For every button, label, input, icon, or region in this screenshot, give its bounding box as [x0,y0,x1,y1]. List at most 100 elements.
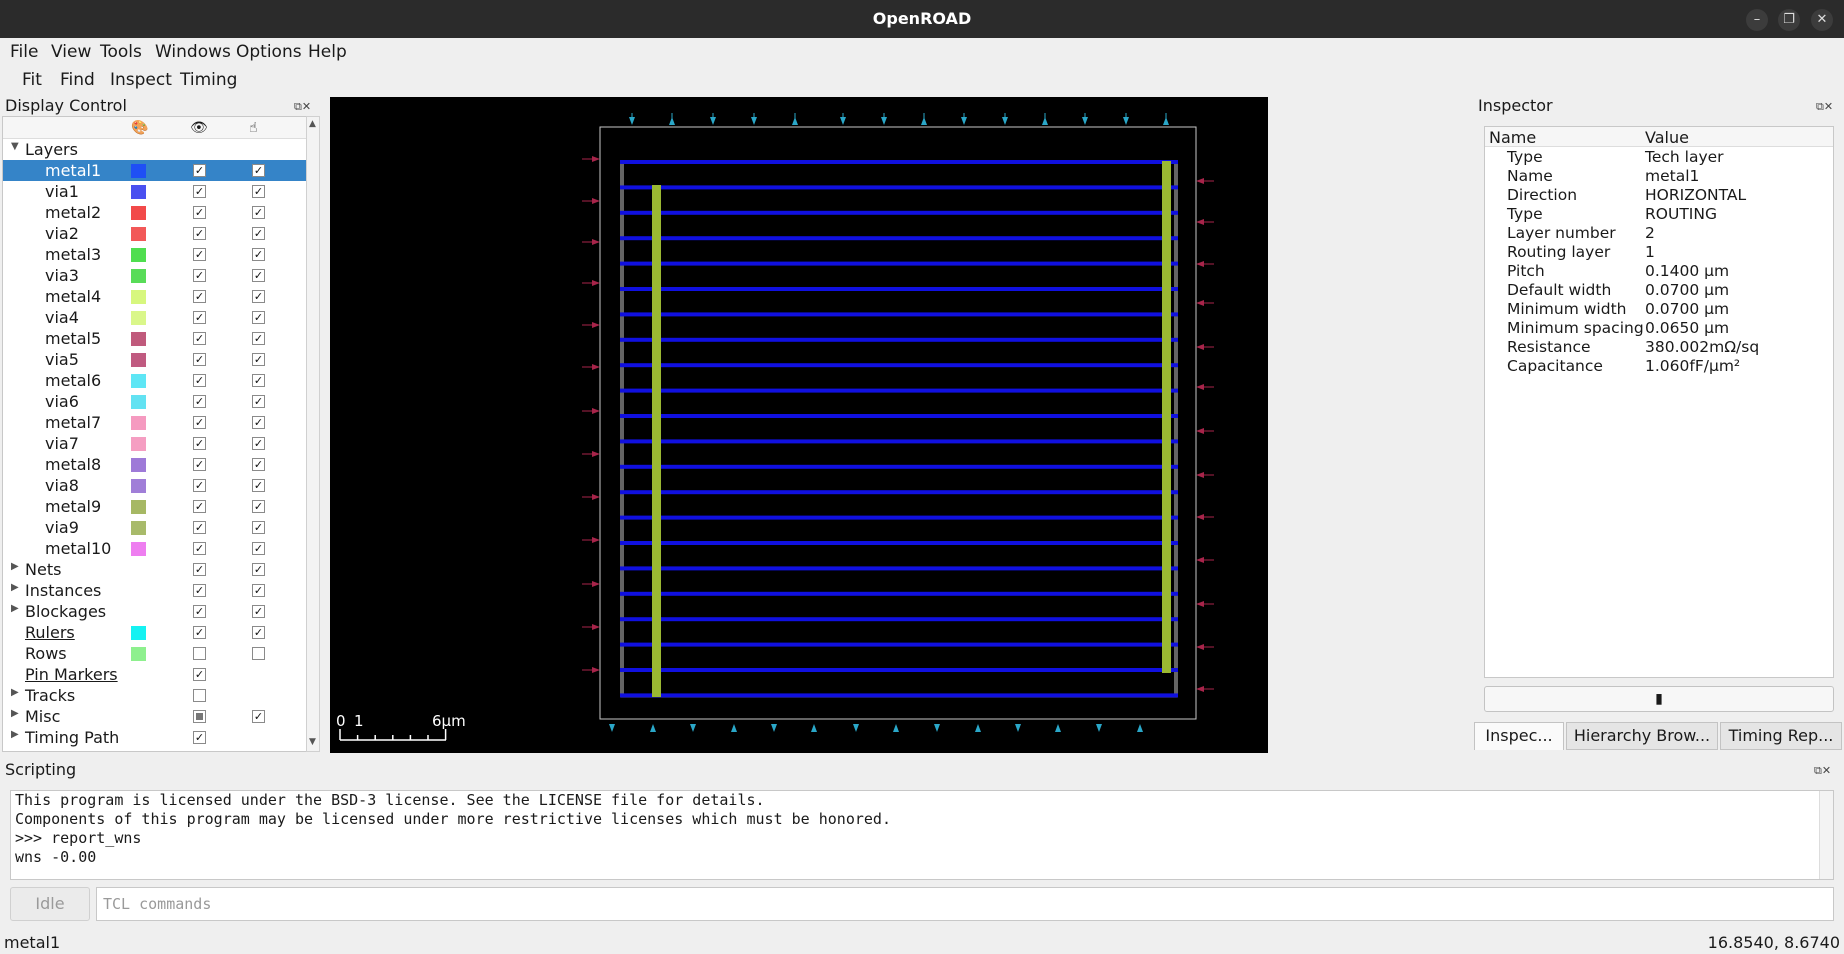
visible-checkbox[interactable]: ✓ [193,479,206,492]
visible-checkbox[interactable]: ✓ [193,206,206,219]
scroll-up-icon[interactable]: ▲ [309,119,316,129]
find-button[interactable]: Find [60,70,95,90]
layer-color-swatch[interactable] [131,437,146,451]
layer-color-swatch[interactable] [131,395,146,409]
layer-row-via1[interactable]: via1 ✓ ✓ [3,181,307,202]
tab-hierarchy-browser[interactable]: Hierarchy Brow... [1566,722,1718,750]
tree-group-tracks[interactable]: ▶ Tracks [3,685,307,706]
layer-color-swatch[interactable] [131,353,146,367]
layer-color-swatch[interactable] [131,332,146,346]
inspector-row[interactable]: Direction HORIZONTAL [1485,186,1833,205]
inspector-row[interactable]: Minimum width 0.0700 μm [1485,300,1833,319]
layer-row-metal1[interactable]: metal1 ✓ ✓ [3,160,307,181]
tree-group-layers[interactable]: ▼ Layers [3,139,307,160]
selectable-checkbox[interactable]: ✓ [252,605,265,618]
tree-group-misc[interactable]: ▶ Misc ✓ [3,706,307,727]
selectable-checkbox[interactable]: ✓ [252,542,265,555]
layer-color-swatch[interactable] [131,416,146,430]
layout-drawing[interactable] [330,97,1268,753]
selectable-checkbox[interactable]: ✓ [252,353,265,366]
visible-checkbox[interactable] [193,647,206,660]
selectable-checkbox[interactable]: ✓ [252,416,265,429]
selectable-checkbox[interactable]: ✓ [252,290,265,303]
menu-options[interactable]: Options [236,42,302,62]
highlight-button[interactable]: ▮ [1484,686,1834,712]
visible-checkbox[interactable]: ✓ [193,521,206,534]
tree-group-rulers[interactable]: Rulers ✓ ✓ [3,622,307,643]
layer-color-swatch[interactable] [131,542,146,556]
menu-windows[interactable]: Windows [155,42,231,62]
layer-row-metal10[interactable]: metal10 ✓ ✓ [3,538,307,559]
visible-checkbox[interactable]: ✓ [193,353,206,366]
inspector-row[interactable]: Type Tech layer [1485,148,1833,167]
inspector-row[interactable]: Pitch 0.1400 μm [1485,262,1833,281]
layer-row-via6[interactable]: via6 ✓ ✓ [3,391,307,412]
selectable-checkbox[interactable]: ✓ [252,710,265,723]
scroll-down-icon[interactable]: ▼ [309,737,316,747]
tcl-command-input[interactable] [96,887,1834,921]
layer-row-metal8[interactable]: metal8 ✓ ✓ [3,454,307,475]
layer-color-swatch[interactable] [131,458,146,472]
visible-checkbox[interactable] [193,710,206,723]
visible-checkbox[interactable]: ✓ [193,563,206,576]
inspector-row[interactable]: Routing layer 1 [1485,243,1833,262]
selectable-checkbox[interactable]: ✓ [252,164,265,177]
layer-color-swatch[interactable] [131,185,146,199]
layer-color-swatch[interactable] [131,374,146,388]
layer-row-metal3[interactable]: metal3 ✓ ✓ [3,244,307,265]
layer-row-via8[interactable]: via8 ✓ ✓ [3,475,307,496]
selectable-checkbox[interactable]: ✓ [252,269,265,282]
timing-button[interactable]: Timing [180,70,237,90]
inspector-row[interactable]: Minimum spacing 0.0650 μm [1485,319,1833,338]
menu-tools[interactable]: Tools [100,42,142,62]
expand-arrow-icon[interactable]: ▶ [11,561,19,572]
layer-row-metal5[interactable]: metal5 ✓ ✓ [3,328,307,349]
selectable-checkbox[interactable]: ✓ [252,563,265,576]
tree-group-timing-path[interactable]: ▶ Timing Path ✓ [3,727,307,748]
visible-checkbox[interactable]: ✓ [193,458,206,471]
inspect-button[interactable]: Inspect [110,70,172,90]
layer-row-metal6[interactable]: metal6 ✓ ✓ [3,370,307,391]
layer-row-via7[interactable]: via7 ✓ ✓ [3,433,307,454]
visible-checkbox[interactable]: ✓ [193,500,206,513]
layer-row-metal7[interactable]: metal7 ✓ ✓ [3,412,307,433]
visible-checkbox[interactable]: ✓ [193,416,206,429]
visible-checkbox[interactable]: ✓ [193,374,206,387]
layer-color-swatch[interactable] [131,311,146,325]
expand-arrow-icon[interactable]: ▶ [11,582,19,593]
minimize-icon[interactable]: – [1746,9,1768,31]
visible-checkbox[interactable]: ✓ [193,227,206,240]
menu-help[interactable]: Help [308,42,347,62]
inspector-row[interactable]: Default width 0.0700 μm [1485,281,1833,300]
inspector-row[interactable]: Resistance 380.002mΩ/sq [1485,338,1833,357]
expand-arrow-icon[interactable]: ▶ [11,729,19,740]
dock-float-close-icon[interactable]: ⧉✕ [1816,100,1844,114]
selectable-checkbox[interactable]: ✓ [252,479,265,492]
layer-row-metal2[interactable]: metal2 ✓ ✓ [3,202,307,223]
visible-checkbox[interactable]: ✓ [193,269,206,282]
selectable-checkbox[interactable]: ✓ [252,626,265,639]
visible-checkbox[interactable]: ✓ [193,542,206,555]
menu-file[interactable]: File [10,42,38,62]
selectable-checkbox[interactable]: ✓ [252,248,265,261]
layer-row-via2[interactable]: via2 ✓ ✓ [3,223,307,244]
inspector-row[interactable]: Layer number 2 [1485,224,1833,243]
layer-color-swatch[interactable] [131,500,146,514]
visible-checkbox[interactable]: ✓ [193,626,206,639]
visible-checkbox[interactable]: ✓ [193,248,206,261]
layer-color-swatch[interactable] [131,206,146,220]
fit-button[interactable]: Fit [22,70,42,90]
selectable-checkbox[interactable] [252,647,265,660]
visible-checkbox[interactable]: ✓ [193,437,206,450]
visible-checkbox[interactable]: ✓ [193,395,206,408]
selectable-checkbox[interactable]: ✓ [252,521,265,534]
layer-row-metal4[interactable]: metal4 ✓ ✓ [3,286,307,307]
tree-group-blockages[interactable]: ▶ Blockages ✓ ✓ [3,601,307,622]
menu-view[interactable]: View [51,42,91,62]
expand-arrow-icon[interactable]: ▼ [11,141,19,152]
expand-arrow-icon[interactable]: ▶ [11,603,19,614]
tab-timing-report[interactable]: Timing Rep... [1720,722,1842,750]
close-icon[interactable]: ✕ [1811,9,1833,31]
selectable-checkbox[interactable]: ✓ [252,437,265,450]
dock-float-close-icon[interactable]: ⧉✕ [294,100,322,114]
